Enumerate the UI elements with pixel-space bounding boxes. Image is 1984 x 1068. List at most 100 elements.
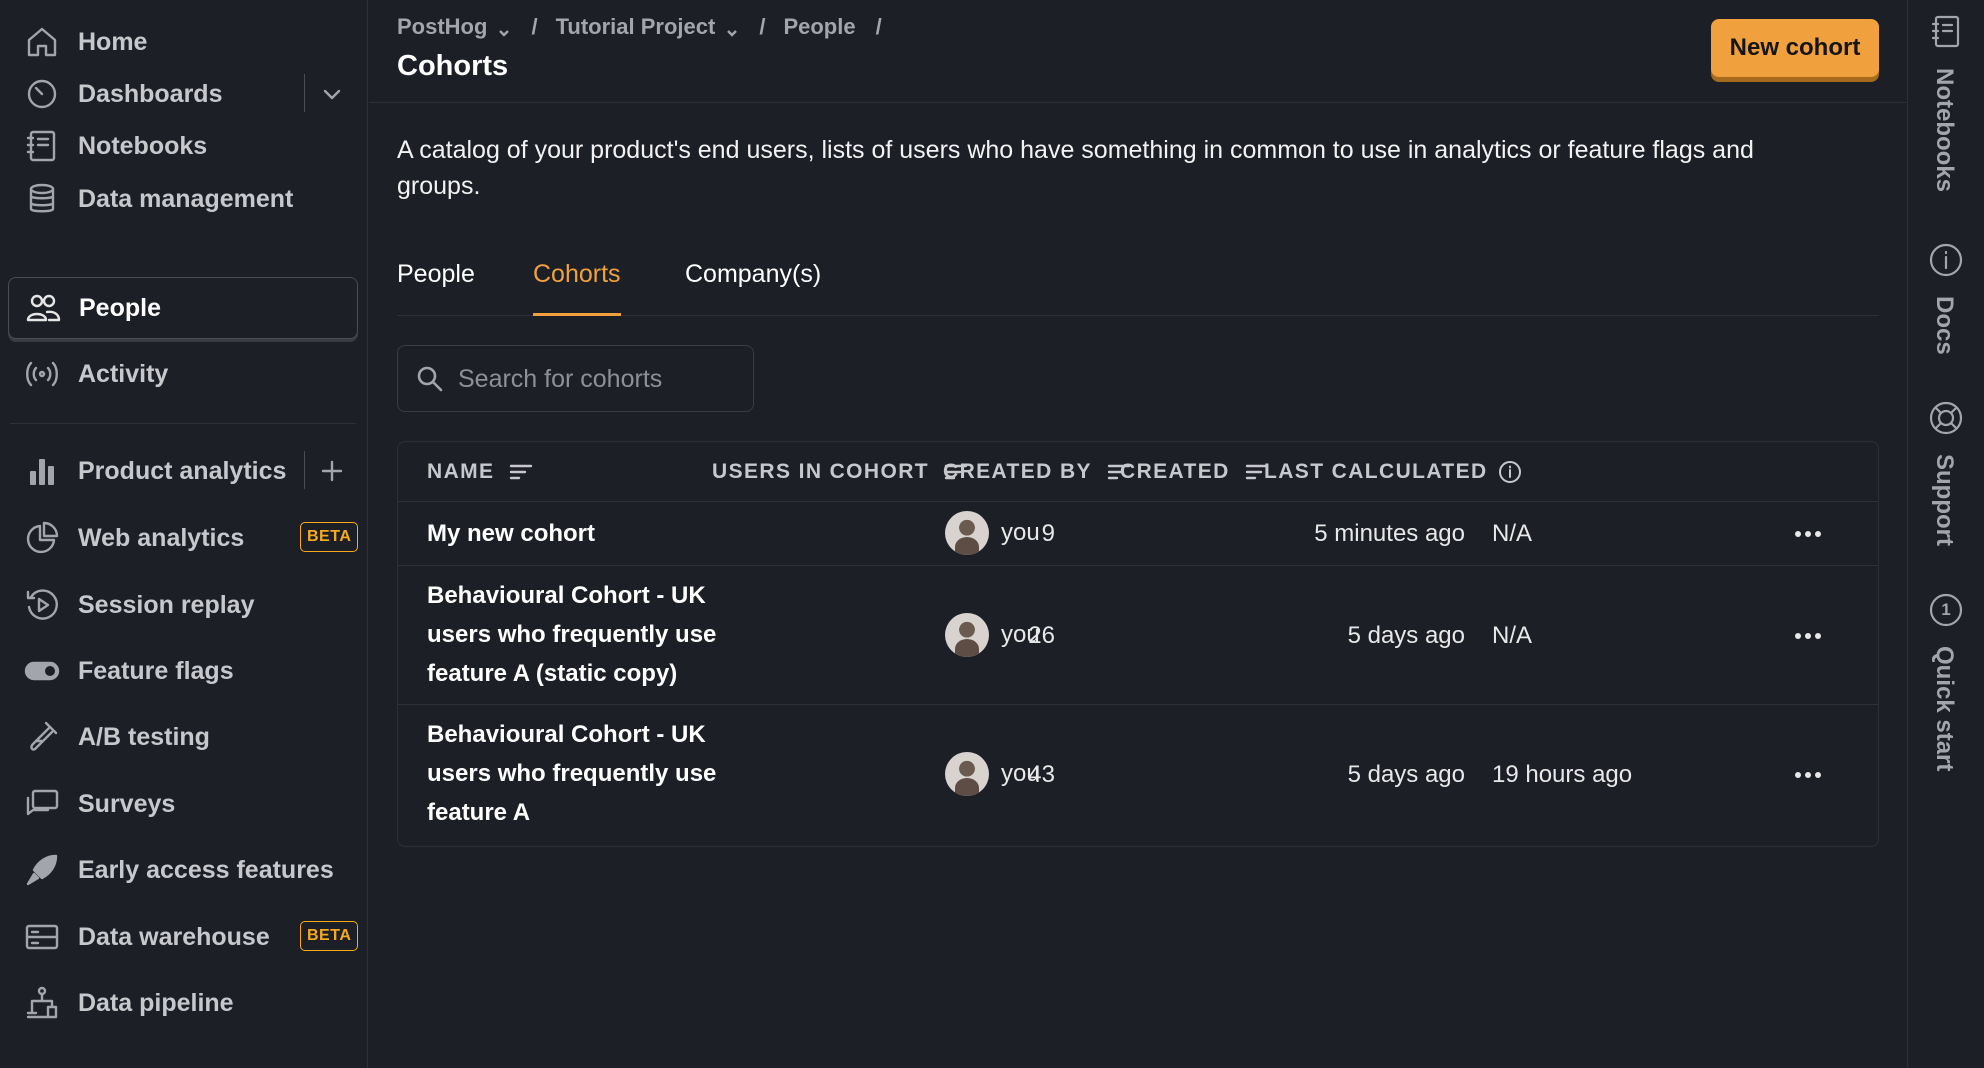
- search-input[interactable]: [458, 356, 738, 402]
- last-calculated: 19 hours ago: [1492, 761, 1633, 788]
- replay-icon: [24, 587, 60, 623]
- sidebar-item-data-management[interactable]: Data management: [8, 167, 358, 229]
- more-options-icon[interactable]: [1788, 760, 1828, 790]
- avatar: [945, 613, 989, 657]
- breadcrumb: PostHog / Tutorial Project / People /: [397, 14, 900, 40]
- sidebar-item-activity[interactable]: Activity: [8, 342, 358, 404]
- sidebar-item-web-analytics[interactable]: Web analytics BETA: [8, 506, 359, 568]
- breadcrumb-separator: /: [759, 14, 766, 39]
- column-header-name[interactable]: NAME: [427, 460, 534, 484]
- side-panel-notebooks[interactable]: Notebooks: [1908, 14, 1984, 204]
- home-icon: [24, 24, 60, 60]
- sidebar-item-product-analytics[interactable]: Product analytics: [8, 439, 358, 501]
- tab-people[interactable]: People: [397, 252, 475, 316]
- avatar: [945, 752, 989, 796]
- breadcrumb-people[interactable]: People: [783, 14, 855, 40]
- column-header-last-calculated: LAST CALCULATED: [1264, 460, 1522, 484]
- created-time: 5 days ago: [1347, 761, 1465, 788]
- page-header: PostHog / Tutorial Project / People / Co…: [369, 0, 1906, 103]
- breadcrumb-separator: /: [875, 14, 882, 39]
- sidebar-item-label: Dashboards: [78, 80, 223, 108]
- dashboard-icon: [24, 76, 60, 112]
- flask-icon: [24, 719, 60, 755]
- database-icon: [24, 181, 60, 217]
- main-content: A catalog of your product's end users, l…: [369, 104, 1906, 1068]
- sidebar-item-label: Data pipeline: [78, 989, 234, 1017]
- sidebar-item-label: Data management: [78, 185, 294, 213]
- sidebar-item-surveys[interactable]: Surveys: [8, 772, 358, 834]
- created-time: 5 minutes ago: [1314, 520, 1465, 547]
- sort-icon: [508, 461, 534, 483]
- sidebar-item-label: Web analytics: [78, 524, 245, 552]
- info-icon[interactable]: [1498, 460, 1522, 484]
- sidebar-divider: [10, 423, 356, 424]
- more-options-icon[interactable]: [1788, 519, 1828, 549]
- chevron-down-icon[interactable]: [316, 78, 348, 110]
- last-calculated: N/A: [1492, 520, 1533, 547]
- cohort-name-link[interactable]: Behavioural Cohort - UK users who freque…: [427, 576, 747, 693]
- sidebar-item-label: Feature flags: [78, 657, 234, 685]
- sidebar-item-label: Activity: [78, 360, 169, 388]
- search-box: [397, 345, 754, 412]
- notebook-icon: [24, 128, 60, 164]
- new-cohort-button[interactable]: New cohort: [1711, 19, 1879, 77]
- column-header-users[interactable]: USERS IN COHORT: [712, 460, 969, 484]
- chevron-down-icon: [725, 20, 739, 37]
- sidebar-item-data-warehouse[interactable]: Data warehouse BETA: [8, 905, 359, 967]
- tab-companies[interactable]: Company(s): [685, 252, 821, 316]
- side-panel-label: Docs: [1931, 296, 1958, 355]
- column-header-created[interactable]: CREATED: [1120, 460, 1270, 484]
- chevron-down-icon: [497, 20, 511, 37]
- sidebar-item-early-access[interactable]: Early access features: [8, 838, 358, 900]
- tab-cohorts[interactable]: Cohorts: [533, 252, 621, 316]
- breadcrumb-project[interactable]: Tutorial Project: [556, 14, 740, 40]
- created-time: 5 days ago: [1347, 622, 1465, 649]
- side-panel-quick-start[interactable]: 1 Quick start: [1908, 592, 1984, 782]
- beta-badge: BETA: [300, 522, 359, 552]
- sidebar-item-data-pipeline[interactable]: Data pipeline: [8, 971, 358, 1033]
- info-icon: [1928, 242, 1964, 278]
- cohorts-table: NAME USERS IN COHORT CREATED BY CREATED …: [397, 441, 1879, 847]
- broadcast-icon: [24, 356, 60, 392]
- sidebar-item-label: Session replay: [78, 591, 255, 619]
- sidebar-item-ab-testing[interactable]: A/B testing: [8, 705, 358, 767]
- pipeline-icon: [24, 985, 60, 1021]
- column-header-created-by[interactable]: CREATED BY: [943, 460, 1132, 484]
- cohort-name-link[interactable]: Behavioural Cohort - UK users who freque…: [427, 715, 747, 832]
- sidebar-item-label: Home: [78, 28, 148, 56]
- sidebar-item-label: Data warehouse: [78, 923, 270, 951]
- more-options-icon[interactable]: [1788, 621, 1828, 651]
- sidebar-item-session-replay[interactable]: Session replay: [8, 573, 358, 635]
- table-row: Behavioural Cohort - UK users who freque…: [398, 567, 1878, 705]
- cohort-name-link[interactable]: My new cohort: [427, 514, 747, 553]
- side-panel-support[interactable]: Support: [1908, 400, 1984, 560]
- sidebar-item-label: Surveys: [78, 790, 176, 818]
- sidebar-item-label: Notebooks: [78, 132, 208, 160]
- bar-chart-icon: [24, 453, 60, 489]
- table-row: Behavioural Cohort - UK users who freque…: [398, 706, 1878, 846]
- side-panel-label: Notebooks: [1931, 68, 1958, 193]
- rocket-icon: [24, 852, 60, 888]
- tab-bar: People Cohorts Company(s): [397, 252, 1879, 316]
- lifebuoy-icon: [1928, 400, 1964, 436]
- side-panel-docs[interactable]: Docs: [1908, 242, 1984, 372]
- last-calculated: N/A: [1492, 622, 1533, 649]
- breadcrumb-organization[interactable]: PostHog: [397, 14, 511, 40]
- page-description: A catalog of your product's end users, l…: [397, 136, 1754, 200]
- sidebar-item-label: A/B testing: [78, 723, 210, 751]
- page-title: Cohorts: [397, 50, 509, 82]
- chat-icon: [24, 786, 60, 822]
- side-panel-label: Quick start: [1931, 646, 1958, 772]
- app-window: Home Dashboards Notebooks Data managemen…: [0, 0, 1984, 1068]
- created-by: you: [945, 613, 1040, 657]
- sidebar-item-feature-flags[interactable]: Feature flags: [8, 639, 358, 701]
- sidebar-item-people[interactable]: People: [8, 277, 358, 339]
- pie-chart-icon: [24, 520, 60, 556]
- notebook-icon: [1928, 14, 1964, 50]
- sidebar-item-label: Product analytics: [78, 457, 287, 485]
- side-panel-label: Support: [1931, 454, 1958, 546]
- server-icon: [24, 919, 60, 955]
- table-row: My new cohort 9 you 5 minutes ago N/A: [398, 502, 1878, 566]
- plus-icon[interactable]: [316, 455, 348, 487]
- sidebar: Home Dashboards Notebooks Data managemen…: [0, 0, 368, 1068]
